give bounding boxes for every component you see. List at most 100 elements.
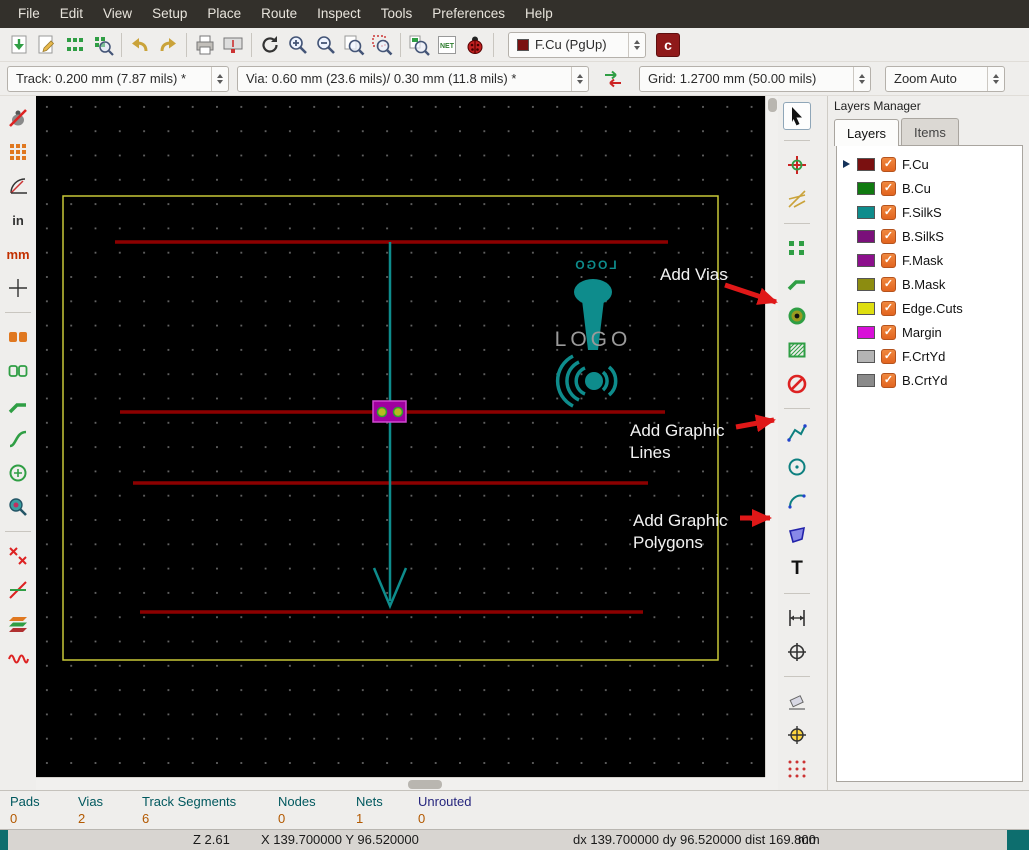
add-graphic-line-icon[interactable]: [783, 419, 811, 447]
layer-visibility-checkbox[interactable]: [881, 372, 896, 388]
track-width-select[interactable]: Track: 0.200 mm (7.87 mils) *: [7, 65, 229, 92]
layer-visibility-checkbox[interactable]: [881, 300, 896, 316]
menu-setup[interactable]: Setup: [142, 0, 197, 28]
hide-ratsnest-icon[interactable]: [4, 542, 32, 570]
layer-visibility-checkbox[interactable]: [881, 276, 896, 292]
add-keepout-icon[interactable]: [783, 370, 811, 398]
menu-edit[interactable]: Edit: [50, 0, 93, 28]
grid-select[interactable]: Grid: 1.2700 mm (50.00 mils): [639, 65, 871, 92]
menu-route[interactable]: Route: [251, 0, 307, 28]
zoom-select[interactable]: Zoom Auto: [885, 65, 1005, 92]
curves-sketch-icon[interactable]: [4, 425, 32, 453]
vertical-scrollbar[interactable]: [765, 96, 778, 777]
plugin-c-icon[interactable]: c: [654, 31, 682, 59]
layer-color-swatch[interactable]: [857, 373, 875, 387]
layer-row-fmask[interactable]: F.Mask: [837, 248, 1022, 272]
mm-units-icon[interactable]: mm: [4, 240, 32, 268]
layer-color-swatch[interactable]: [857, 277, 875, 291]
add-graphic-polygon-icon[interactable]: [783, 521, 811, 549]
layer-row-fcu[interactable]: F.Cu: [837, 152, 1022, 176]
layer-color-swatch[interactable]: [857, 253, 875, 267]
pcb-canvas[interactable]: LOGO LOGO: [36, 96, 765, 777]
layer-row-edgecuts[interactable]: Edge.Cuts: [837, 296, 1022, 320]
pcb-canvas-area[interactable]: LOGO LOGO: [36, 96, 778, 790]
layer-color-swatch[interactable]: [857, 349, 875, 363]
footprint-editor-icon[interactable]: [61, 31, 89, 59]
track-width-spinner[interactable]: [211, 66, 228, 91]
footprint-browser-icon[interactable]: [89, 31, 117, 59]
layer-color-swatch[interactable]: [857, 325, 875, 339]
tab-layers[interactable]: Layers: [834, 119, 900, 146]
save-board-icon[interactable]: [5, 31, 33, 59]
add-zone-icon[interactable]: [783, 336, 811, 364]
menu-file[interactable]: File: [8, 0, 50, 28]
layer-row-bcu[interactable]: B.Cu: [837, 176, 1022, 200]
add-text-icon[interactable]: T: [783, 555, 811, 583]
via-size-select[interactable]: Via: 0.60 mm (23.6 mils)/ 0.30 mm (11.8 …: [237, 65, 589, 92]
menu-preferences[interactable]: Preferences: [422, 0, 515, 28]
menu-inspect[interactable]: Inspect: [307, 0, 371, 28]
grid-origin-icon[interactable]: [783, 755, 811, 783]
zoom-spinner[interactable]: [987, 66, 1004, 91]
plot-icon[interactable]: [219, 31, 247, 59]
tracks-sketch-icon[interactable]: [4, 391, 32, 419]
layer-visibility-checkbox[interactable]: [881, 204, 896, 220]
layer-visibility-checkbox[interactable]: [881, 180, 896, 196]
zones-display-icon[interactable]: [4, 459, 32, 487]
microwave-tools-icon[interactable]: [4, 644, 32, 672]
layer-visibility-checkbox[interactable]: [881, 324, 896, 340]
show-ratsnest-icon[interactable]: [4, 576, 32, 604]
highlight-net-icon[interactable]: [783, 151, 811, 179]
layer-row-bsilks[interactable]: B.SilkS: [837, 224, 1022, 248]
netlist-icon[interactable]: NET: [433, 31, 461, 59]
zoom-out-icon[interactable]: [312, 31, 340, 59]
drc-off-icon[interactable]: [4, 104, 32, 132]
print-icon[interactable]: [191, 31, 219, 59]
drc-ladybug-icon[interactable]: [461, 31, 489, 59]
via-size-spinner[interactable]: [571, 66, 588, 91]
local-ratsnest-icon[interactable]: [783, 185, 811, 213]
route-tracks-icon[interactable]: [783, 268, 811, 296]
layer-visibility-checkbox[interactable]: [881, 156, 896, 172]
page-settings-icon[interactable]: [33, 31, 61, 59]
layer-color-swatch[interactable]: [857, 301, 875, 315]
menu-view[interactable]: View: [93, 0, 142, 28]
add-target-icon[interactable]: [783, 638, 811, 666]
zoom-in-icon[interactable]: [284, 31, 312, 59]
layer-visibility-checkbox[interactable]: [881, 228, 896, 244]
zoom-fit-icon[interactable]: [340, 31, 368, 59]
layer-color-swatch[interactable]: [857, 205, 875, 219]
polar-coords-icon[interactable]: [4, 172, 32, 200]
pads-sketch-icon[interactable]: [4, 357, 32, 385]
layer-color-swatch[interactable]: [857, 181, 875, 195]
drill-origin-icon[interactable]: [783, 721, 811, 749]
layer-row-fsilks[interactable]: F.SilkS: [837, 200, 1022, 224]
vertical-scrollbar-thumb[interactable]: [768, 98, 777, 112]
delete-tool-icon[interactable]: [783, 687, 811, 715]
layer-visibility-checkbox[interactable]: [881, 348, 896, 364]
refresh-icon[interactable]: [256, 31, 284, 59]
menu-tools[interactable]: Tools: [371, 0, 423, 28]
add-graphic-arc-icon[interactable]: [783, 487, 811, 515]
add-footprint-icon[interactable]: [783, 234, 811, 262]
horizontal-scrollbar-thumb[interactable]: [408, 780, 442, 789]
horizontal-scrollbar[interactable]: [36, 777, 765, 790]
select-tool-icon[interactable]: [783, 102, 811, 130]
menu-place[interactable]: Place: [197, 0, 251, 28]
layers-stack-icon[interactable]: [4, 610, 32, 638]
layer-row-fcrtyd[interactable]: F.CrtYd: [837, 344, 1022, 368]
layer-select[interactable]: F.Cu (PgUp): [508, 31, 646, 58]
layer-row-bcrtyd[interactable]: B.CrtYd: [837, 368, 1022, 392]
grid-spinner[interactable]: [853, 66, 870, 91]
menu-help[interactable]: Help: [515, 0, 563, 28]
add-dimension-icon[interactable]: [783, 604, 811, 632]
layer-row-bmask[interactable]: B.Mask: [837, 272, 1022, 296]
grid-toggle-icon[interactable]: [4, 138, 32, 166]
layer-color-swatch[interactable]: [857, 229, 875, 243]
redo-icon[interactable]: [154, 31, 182, 59]
inch-units-icon[interactable]: in: [4, 206, 32, 234]
zoom-selection-icon[interactable]: [368, 31, 396, 59]
pads-display-icon[interactable]: [4, 323, 32, 351]
add-via-icon[interactable]: [783, 302, 811, 330]
tab-items[interactable]: Items: [901, 118, 959, 145]
